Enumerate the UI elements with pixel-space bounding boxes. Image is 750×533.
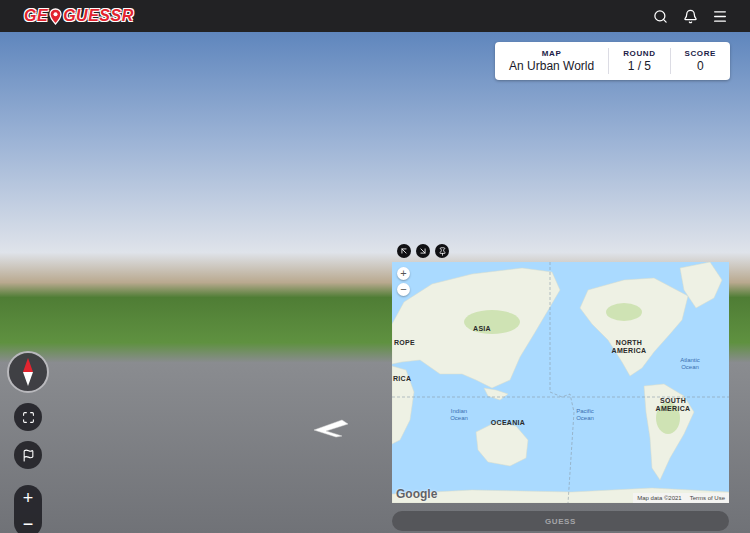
zoom-in-button[interactable]: + xyxy=(14,485,42,511)
zoom-out-button[interactable]: − xyxy=(14,511,42,533)
status-value: 1 / 5 xyxy=(628,59,651,74)
status-item: SCORE0 xyxy=(670,48,730,74)
status-value: An Urban World xyxy=(509,59,594,74)
terms-link[interactable]: Terms of Use xyxy=(690,494,725,502)
hamburger-icon xyxy=(712,8,728,25)
logo-pin-icon xyxy=(49,8,62,25)
status-label: SCORE xyxy=(685,48,716,59)
move-arrow-icon[interactable] xyxy=(312,418,350,438)
guess-map-panel: ROPE ASIA RICA NORTH AMERICA Atlantic Ocean I… xyxy=(392,244,729,531)
status-item: MAPAn Urban World xyxy=(495,48,608,74)
header-actions xyxy=(652,8,728,24)
fullscreen-button[interactable] xyxy=(14,403,42,431)
continent-label: RICA xyxy=(393,375,433,383)
search-button[interactable] xyxy=(652,8,668,24)
view-controls: +− xyxy=(7,351,49,533)
pin-icon xyxy=(438,247,447,256)
shrink-map-button[interactable] xyxy=(416,244,430,258)
enlarge-map-button[interactable] xyxy=(397,244,411,258)
map-data-credit: Map data ©2021 xyxy=(637,494,681,502)
map-zoom-out-button[interactable]: − xyxy=(397,283,410,296)
status-item: ROUND1 / 5 xyxy=(608,48,669,74)
google-logo: Google xyxy=(396,487,437,501)
continent-label: NORTH AMERICA xyxy=(608,339,650,354)
status-label: MAP xyxy=(542,48,562,59)
bell-icon xyxy=(683,9,698,24)
search-icon xyxy=(653,9,668,24)
status-label: ROUND xyxy=(623,48,655,59)
return-to-start-button[interactable] xyxy=(14,441,42,469)
continent-label: SOUTH AMERICA xyxy=(650,397,696,412)
compass[interactable] xyxy=(7,351,49,393)
guess-button[interactable]: GUESS xyxy=(392,511,729,531)
menu-button[interactable] xyxy=(712,8,728,24)
status-value: 0 xyxy=(697,59,704,74)
geoguessr-page: GEGUESSRMAPAn Urban WorldROUND1 / 5SCORE… xyxy=(0,0,750,533)
map-zoom: +− xyxy=(397,267,410,296)
map-attribution: Map data ©2021 Terms of Use xyxy=(633,493,729,503)
arrow-down-right-icon xyxy=(418,246,428,256)
map-zoom-in-button[interactable]: + xyxy=(397,267,410,280)
world-map[interactable]: ROPE ASIA RICA NORTH AMERICA Atlantic Ocean I… xyxy=(392,262,729,503)
continent-label: ASIA xyxy=(462,325,502,333)
game-status: MAPAn Urban WorldROUND1 / 5SCORE0 xyxy=(495,42,730,80)
street-view[interactable]: MAPAn Urban WorldROUND1 / 5SCORE0+−ROPEA… xyxy=(0,32,750,533)
flag-icon xyxy=(22,449,35,462)
geoguessr-logo[interactable]: GEGUESSR xyxy=(24,7,134,25)
continent-label: ROPE xyxy=(394,339,434,347)
ocean-label: Pacific Ocean xyxy=(568,408,602,421)
fullscreen-icon xyxy=(22,411,35,424)
continent-label: OCEANIA xyxy=(486,419,530,427)
top-bar: GEGUESSR xyxy=(0,0,750,32)
ocean-label: Atlantic Ocean xyxy=(672,357,708,370)
arrow-up-left-icon xyxy=(399,246,409,256)
map-tools xyxy=(392,244,729,258)
pin-map-button[interactable] xyxy=(435,244,449,258)
world-map-drawing xyxy=(392,262,729,503)
view-zoom: +− xyxy=(14,485,42,533)
ocean-label: Indian Ocean xyxy=(442,408,476,421)
compass-needle-icon xyxy=(21,357,35,387)
notifications-button[interactable] xyxy=(682,8,698,24)
